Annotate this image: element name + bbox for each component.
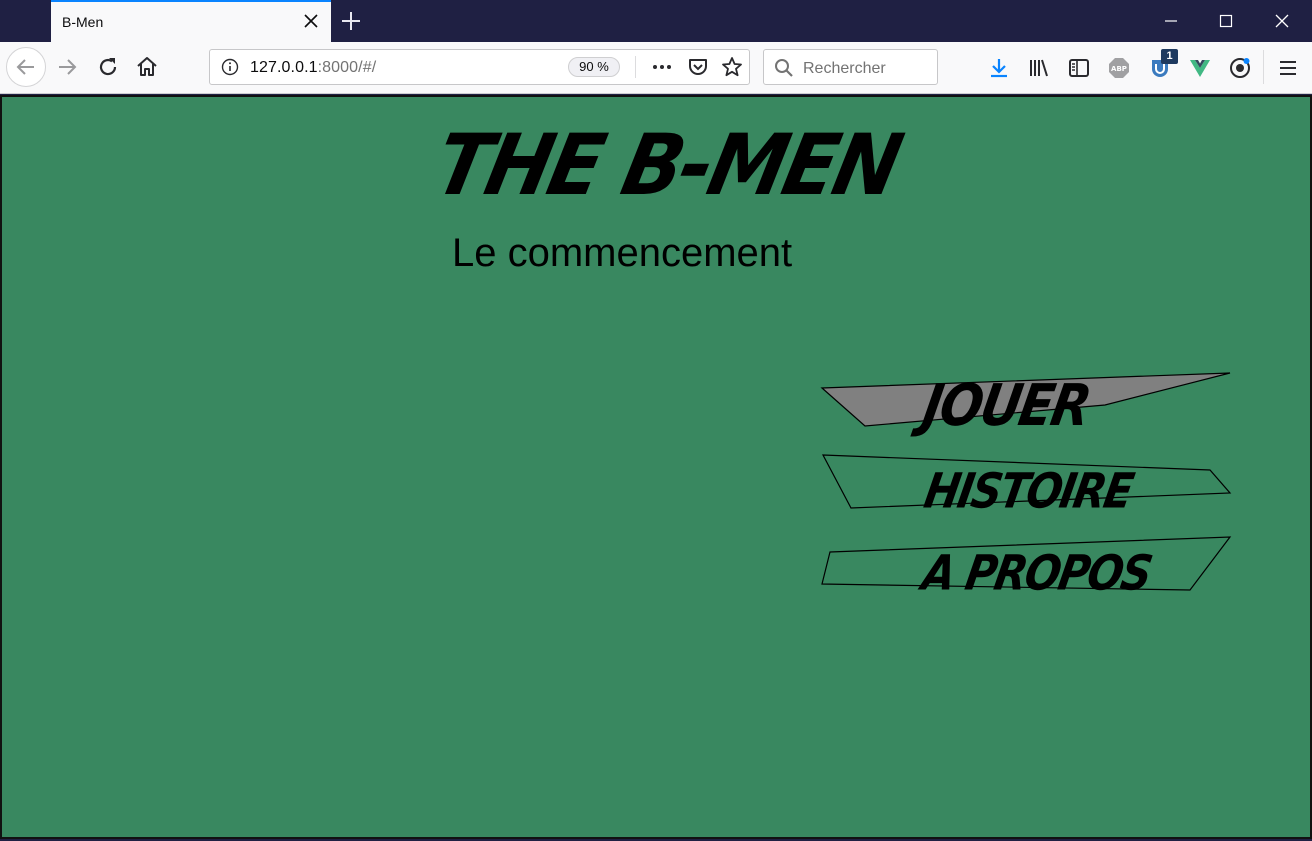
tab-b-men[interactable]: B-Men bbox=[51, 0, 331, 42]
tab-close-icon[interactable] bbox=[303, 13, 319, 29]
toolbar-separator bbox=[1263, 50, 1264, 84]
url-separator bbox=[635, 56, 636, 78]
window-close-icon[interactable] bbox=[1273, 12, 1291, 30]
site-info-icon[interactable] bbox=[221, 58, 239, 76]
menu-item-histoire[interactable]: HISTOIRE bbox=[920, 463, 1136, 519]
more-actions-icon[interactable] bbox=[650, 55, 674, 79]
window-titlebar: B-Men bbox=[0, 0, 1312, 42]
menu-item-jouer[interactable]: JOUER bbox=[918, 372, 1094, 439]
vue-devtools-icon[interactable] bbox=[1188, 56, 1212, 80]
minimize-icon[interactable] bbox=[1162, 12, 1180, 30]
navigation-toolbar: 127.0.0.1:8000/#/ 90 % Rechercher ABP 1 bbox=[0, 42, 1312, 94]
menu-item-a-propos[interactable]: A PROPOS bbox=[918, 545, 1155, 601]
forward-arrow-icon[interactable] bbox=[55, 55, 79, 79]
adblock-plus-icon[interactable]: ABP bbox=[1107, 56, 1131, 80]
search-bar[interactable]: Rechercher bbox=[763, 49, 938, 85]
url-text[interactable]: 127.0.0.1:8000/#/ bbox=[250, 59, 376, 77]
url-host: 127.0.0.1 bbox=[250, 59, 318, 76]
bookmark-star-icon[interactable] bbox=[720, 55, 744, 79]
search-placeholder: Rechercher bbox=[803, 60, 886, 77]
url-path: :8000/#/ bbox=[317, 59, 377, 76]
pocket-icon[interactable] bbox=[686, 55, 710, 79]
svg-text:ABP: ABP bbox=[1111, 65, 1127, 73]
sidebar-toggle-icon[interactable] bbox=[1067, 56, 1091, 80]
library-icon[interactable] bbox=[1027, 56, 1051, 80]
extension-badge-count: 1 bbox=[1161, 49, 1178, 64]
reload-icon[interactable] bbox=[96, 55, 120, 79]
zoom-level-badge[interactable]: 90 % bbox=[568, 57, 620, 77]
tab-title: B-Men bbox=[62, 14, 104, 30]
game-page: THE B-MEN Le commencement JOUER HISTOIRE… bbox=[0, 95, 1312, 839]
download-icon[interactable] bbox=[987, 56, 1011, 80]
home-icon[interactable] bbox=[135, 55, 159, 79]
back-button[interactable] bbox=[6, 47, 46, 87]
hamburger-menu-icon[interactable] bbox=[1276, 56, 1300, 80]
account-icon[interactable] bbox=[1228, 56, 1252, 80]
back-arrow-icon bbox=[16, 59, 34, 75]
maximize-icon[interactable] bbox=[1217, 12, 1235, 30]
address-bar[interactable]: 127.0.0.1:8000/#/ 90 % bbox=[209, 49, 750, 85]
search-icon bbox=[775, 59, 793, 77]
new-tab-icon[interactable] bbox=[340, 10, 362, 32]
